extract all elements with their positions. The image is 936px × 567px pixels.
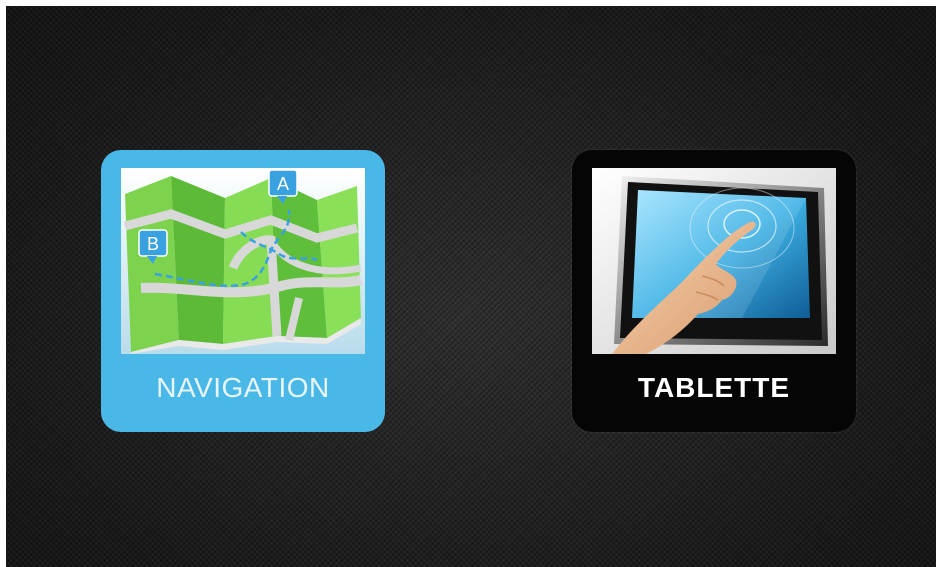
home-screen: A B NAVIGATION TABLETTE [6, 6, 936, 567]
navigation-label: NAVIGATION [156, 372, 330, 403]
navigation-app-button[interactable]: A B NAVIGATION [101, 150, 385, 432]
map-icon: A B [121, 168, 365, 354]
tablette-app-button[interactable]: TABLETTE [572, 150, 856, 432]
svg-text:A: A [277, 174, 289, 194]
touch-tablet-icon [592, 168, 836, 354]
svg-text:B: B [147, 234, 159, 254]
tablette-label: TABLETTE [637, 372, 791, 403]
